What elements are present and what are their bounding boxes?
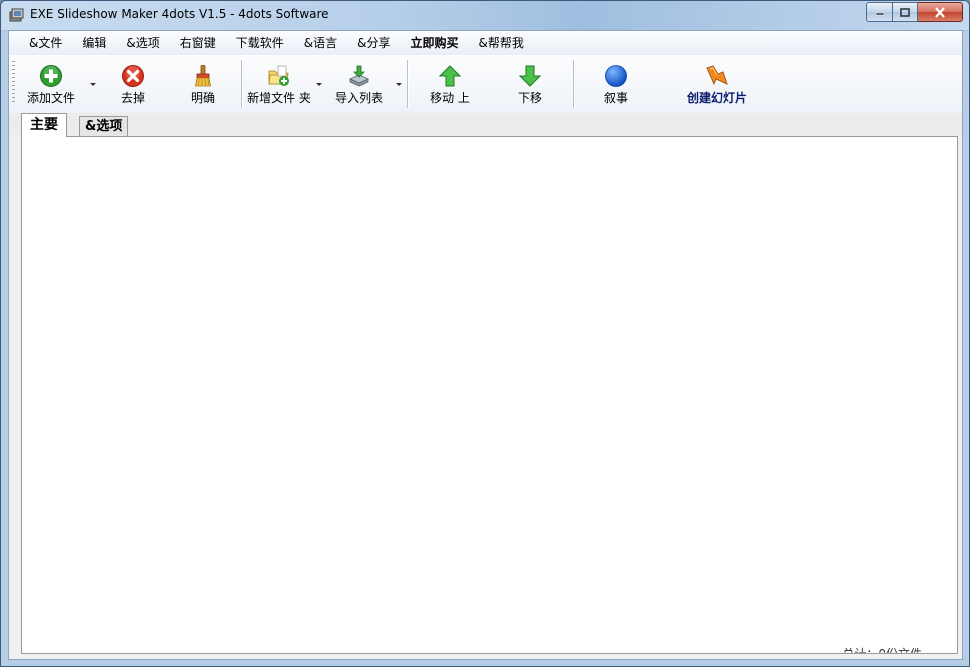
- create-slideshow-button[interactable]: 创建幻灯片: [675, 61, 759, 107]
- add-files-label: 添加文件: [26, 91, 75, 105]
- maximize-button[interactable]: [893, 2, 918, 22]
- toolbar-separator: [407, 60, 408, 108]
- create-slideshow-label: 创建幻灯片: [686, 91, 747, 105]
- menu-bar: &文件 编辑 &选项 右窗键 下载软件 &语言 &分享 立即购买 &帮帮我: [9, 31, 962, 55]
- tab-strip: 主要 &选项: [9, 113, 962, 137]
- move-up-button[interactable]: 移动 上: [419, 61, 481, 107]
- folder-add-icon: [268, 65, 289, 86]
- file-list-panel[interactable]: [21, 136, 958, 654]
- arrow-down-icon: [518, 65, 542, 87]
- toolbar-separator: [573, 60, 574, 108]
- clear-button[interactable]: 明确: [173, 61, 233, 107]
- remove-label: 去掉: [120, 91, 145, 105]
- close-button[interactable]: [918, 2, 963, 22]
- menu-download-software[interactable]: 下载软件: [226, 32, 294, 54]
- create-slideshow-icon: [706, 65, 728, 86]
- tab-main[interactable]: 主要: [21, 113, 67, 137]
- info-globe-icon: [605, 65, 627, 87]
- minimize-icon: [875, 12, 884, 16]
- remove-icon: [122, 65, 144, 87]
- add-files-button[interactable]: 添加文件: [21, 61, 81, 107]
- menu-buy-now[interactable]: 立即购买: [400, 32, 468, 54]
- app-window: EXE Slideshow Maker 4dots V1.5 - 4dots S…: [0, 0, 970, 667]
- import-list-dropdown[interactable]: [395, 81, 403, 89]
- app-icon: [9, 8, 24, 22]
- menu-file[interactable]: &文件: [19, 32, 72, 54]
- menu-options[interactable]: &选项: [116, 32, 169, 54]
- menu-share[interactable]: &分享: [347, 32, 400, 54]
- minimize-button[interactable]: [866, 2, 893, 22]
- close-icon: [935, 6, 945, 18]
- move-down-label: 下移: [517, 91, 542, 105]
- toolbar-separator: [241, 60, 242, 108]
- import-icon: [349, 65, 369, 87]
- caption-buttons: [866, 2, 963, 22]
- add-icon: [40, 65, 62, 87]
- import-list-button[interactable]: 导入列表: [327, 61, 391, 107]
- menu-help[interactable]: &帮帮我: [469, 32, 534, 54]
- toolbar: 添加文件 去掉 明确 新增文件 夹 导入列表 移动 上 下移 叙事 创建幻灯片: [9, 55, 962, 113]
- clear-label: 明确: [190, 91, 215, 105]
- window-title: EXE Slideshow Maker 4dots V1.5 - 4dots S…: [30, 7, 329, 21]
- tab-options[interactable]: &选项: [79, 116, 129, 136]
- about-label: 叙事: [603, 91, 628, 105]
- menu-language[interactable]: &语言: [294, 32, 347, 54]
- add-folder-dropdown[interactable]: [315, 81, 323, 89]
- add-files-dropdown[interactable]: [89, 81, 97, 89]
- import-list-label: 导入列表: [334, 91, 383, 105]
- maximize-icon: [900, 7, 910, 17]
- move-up-label: 移动 上: [430, 91, 470, 105]
- menu-right-click[interactable]: 右窗键: [170, 32, 226, 54]
- menu-edit[interactable]: 编辑: [72, 32, 116, 54]
- client-area: &文件 编辑 &选项 右窗键 下载软件 &语言 &分享 立即购买 &帮帮我 添加…: [8, 30, 963, 660]
- toolbar-grip[interactable]: [12, 61, 15, 105]
- broom-icon: [195, 65, 211, 87]
- add-folder-button[interactable]: 新增文件 夹: [243, 61, 315, 107]
- remove-button[interactable]: 去掉: [103, 61, 163, 107]
- title-bar[interactable]: EXE Slideshow Maker 4dots V1.5 - 4dots S…: [1, 1, 969, 30]
- add-folder-label: 新增文件 夹: [247, 91, 311, 105]
- about-button[interactable]: 叙事: [585, 61, 647, 107]
- move-down-button[interactable]: 下移: [499, 61, 561, 107]
- arrow-up-icon: [438, 65, 462, 87]
